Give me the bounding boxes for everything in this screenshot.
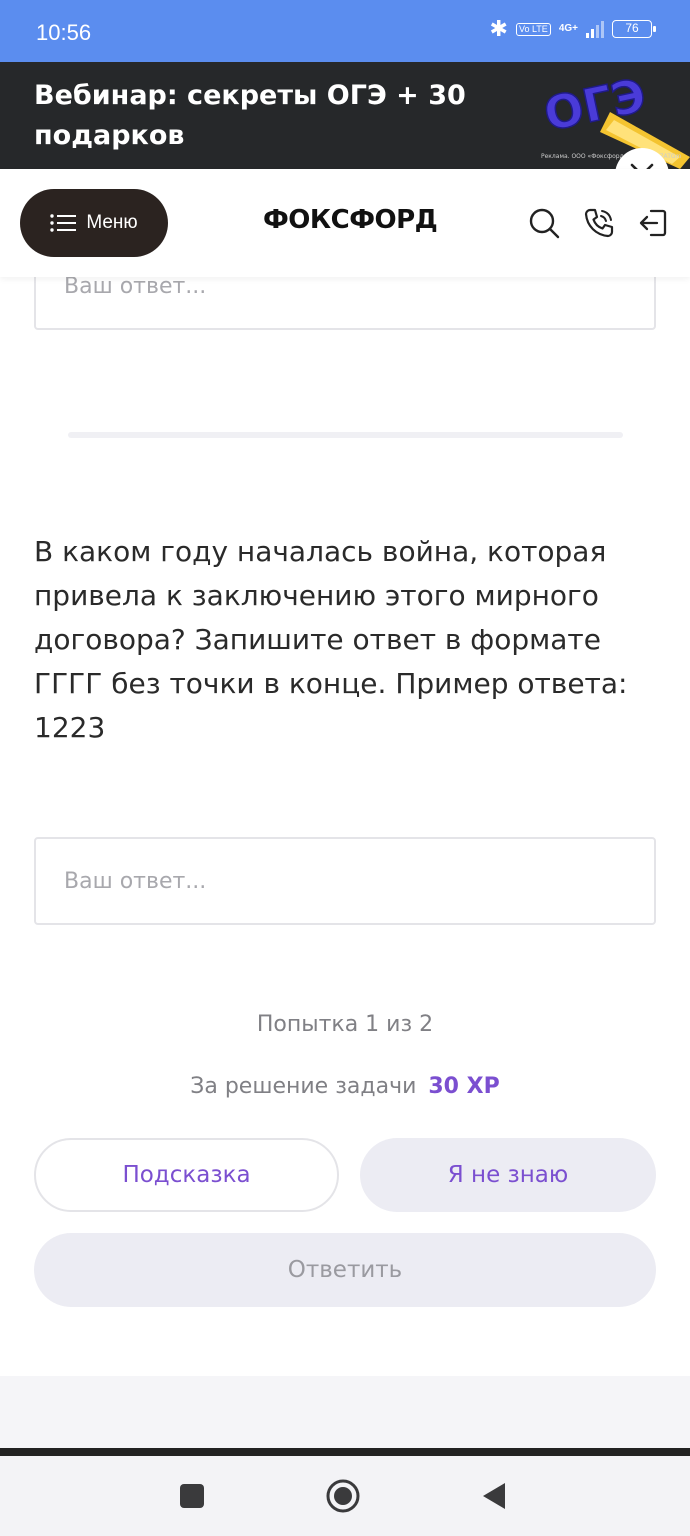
recents-button[interactable] <box>174 1478 210 1514</box>
answer-input[interactable] <box>34 837 656 925</box>
reward-label: За решение задачи <box>190 1074 417 1099</box>
question-text: В каком году началась война, которая при… <box>34 535 628 744</box>
hint-button[interactable]: Подсказка <box>34 1138 339 1212</box>
volte-icon: Vo LTE <box>515 22 551 36</box>
back-button[interactable] <box>476 1478 512 1514</box>
ad-title: Вебинар: секреты ОГЭ + 30 подарков <box>34 80 466 151</box>
battery-icon: 76 <box>612 20 656 38</box>
reward-line: За решение задачи 30 XP <box>0 1074 690 1099</box>
attempt-counter: Попытка 1 из 2 <box>256 1012 434 1037</box>
home-button[interactable] <box>325 1478 361 1514</box>
submit-button[interactable]: Ответить <box>34 1233 656 1307</box>
square-icon <box>180 1484 204 1508</box>
ad-banner[interactable]: Вебинар: секреты ОГЭ + 30 подарков ОГЭ Р… <box>0 62 690 202</box>
network-type: 4G+ <box>558 23 578 34</box>
menu-button[interactable]: Меню <box>20 189 168 257</box>
footer-divider <box>0 1448 690 1456</box>
section-divider <box>68 432 623 438</box>
site-header: Меню ФОКСФОРД <box>0 169 690 277</box>
menu-label: Меню <box>86 212 138 233</box>
status-icons: ✱ Vo LTE 4G+ 76 <box>489 16 656 41</box>
page-footer <box>0 1376 690 1448</box>
reward-xp: 30 XP <box>428 1074 500 1099</box>
site-logo[interactable]: ФОКСФОРД <box>263 205 438 235</box>
phone-icon[interactable] <box>582 206 616 240</box>
signal-icon <box>586 20 604 38</box>
dont-know-button[interactable]: Я не знаю <box>360 1138 656 1212</box>
back-triangle-icon <box>483 1483 505 1509</box>
home-icon <box>326 1479 360 1513</box>
status-time: 10:56 <box>36 20 92 45</box>
menu-icon <box>50 214 77 232</box>
system-nav-bar <box>0 1456 690 1536</box>
status-bar: 10:56 ✱ Vo LTE 4G+ 76 <box>0 0 690 62</box>
login-icon[interactable] <box>636 206 670 240</box>
search-icon[interactable] <box>527 206 561 240</box>
bluetooth-icon: ✱ <box>489 16 508 41</box>
